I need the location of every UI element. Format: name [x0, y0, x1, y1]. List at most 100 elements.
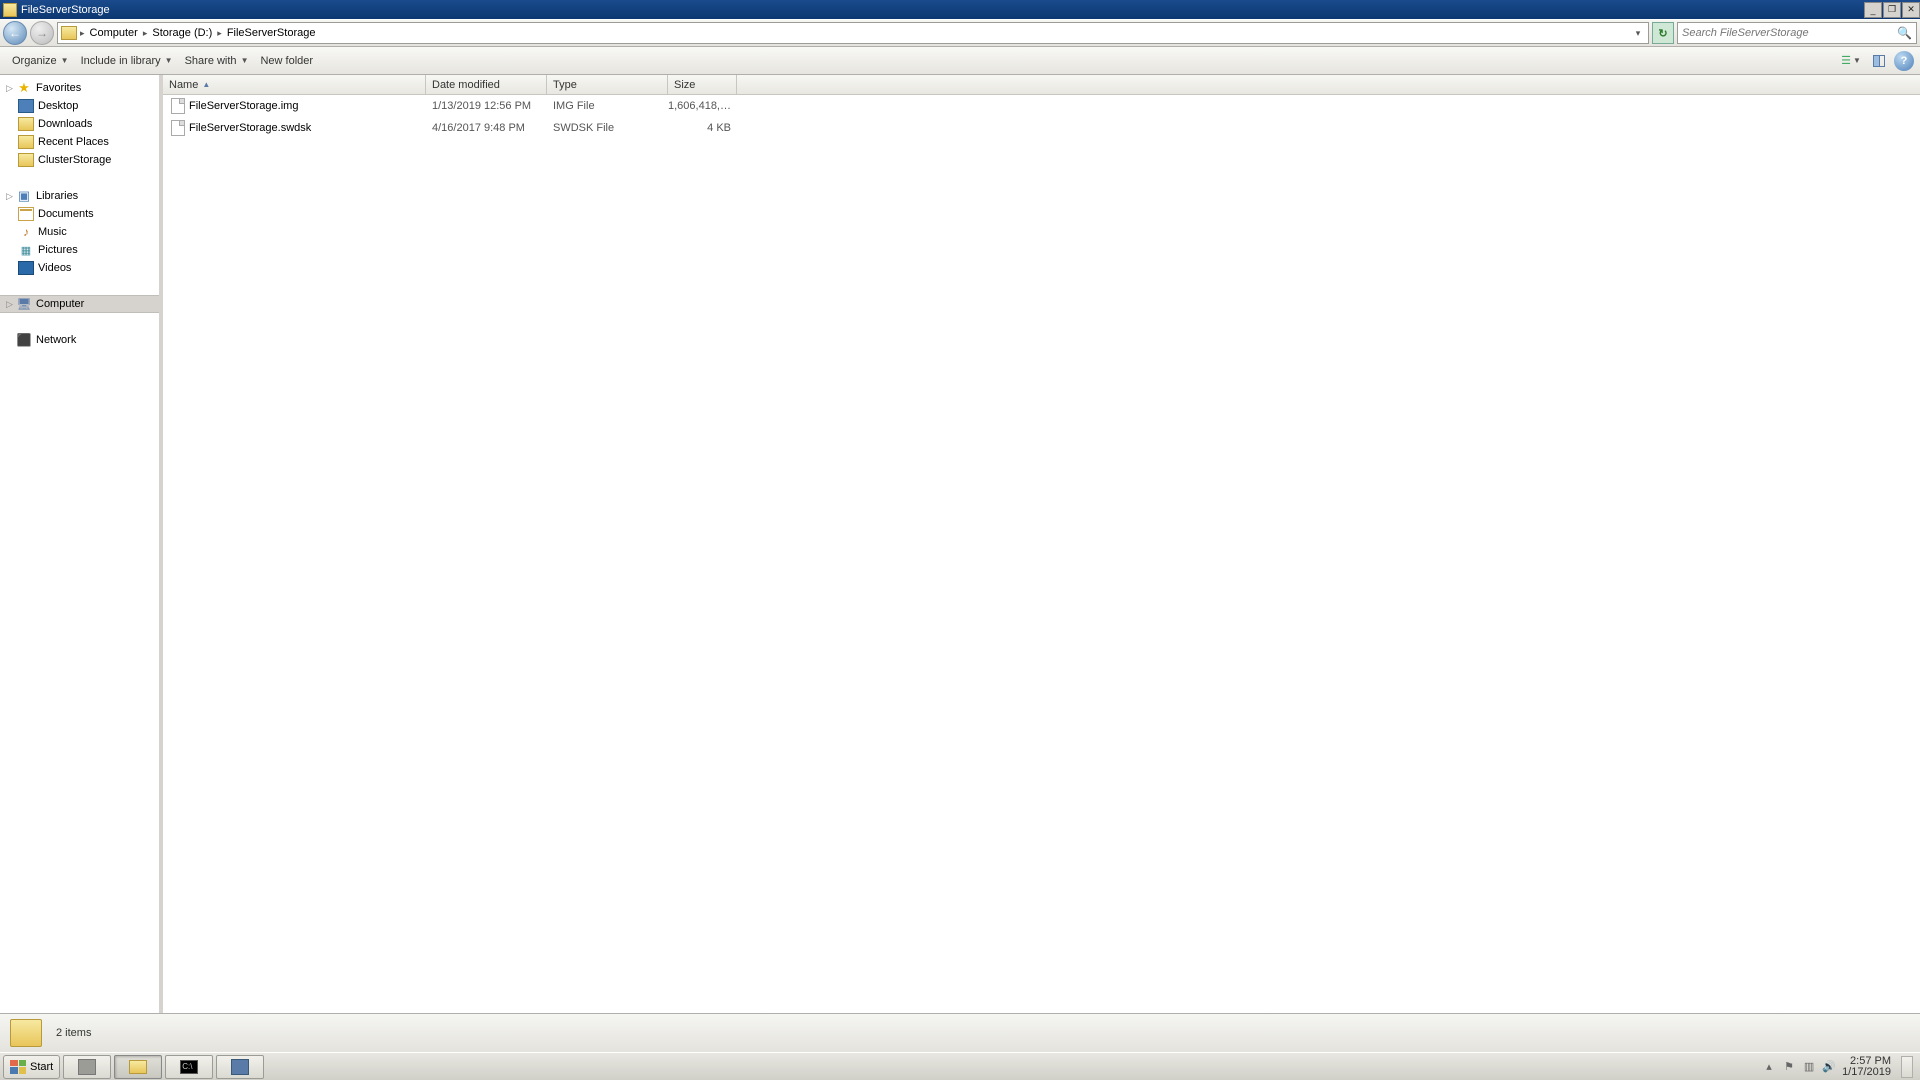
search-box[interactable]: 🔍 [1677, 22, 1917, 44]
tray-show-hidden-icon[interactable]: ▴ [1762, 1060, 1776, 1074]
computer-icon: 🖥 [16, 297, 32, 311]
nav-favorites-label: Favorites [36, 82, 81, 94]
taskbar-app-other[interactable] [216, 1055, 264, 1079]
title-bar: FileServerStorage _ ❐ ✕ [0, 0, 1920, 19]
clock-date: 1/17/2019 [1842, 1067, 1891, 1078]
breadcrumb-computer[interactable]: Computer [88, 27, 140, 39]
chevron-right-icon[interactable]: ▸ [80, 28, 85, 39]
file-row[interactable]: FileServerStorage.swdsk 4/16/2017 9:48 P… [163, 117, 1920, 139]
chevron-right-icon[interactable]: ▸ [143, 28, 148, 39]
chevron-right-icon[interactable]: ▸ [217, 28, 222, 39]
start-label: Start [30, 1061, 53, 1073]
file-size: 1,606,418,… [668, 100, 737, 112]
minimize-button[interactable]: _ [1864, 2, 1882, 18]
folder-icon [18, 117, 34, 131]
taskbar-app-explorer[interactable] [114, 1055, 162, 1079]
nav-documents[interactable]: Documents [0, 205, 159, 223]
search-input[interactable] [1682, 27, 1897, 39]
taskbar-app-server-manager[interactable] [63, 1055, 111, 1079]
search-icon[interactable]: 🔍 [1897, 26, 1912, 40]
refresh-button[interactable]: ↻ [1652, 22, 1674, 44]
include-library-menu[interactable]: Include in library ▼ [75, 52, 179, 70]
nav-recent-places[interactable]: Recent Places [0, 133, 159, 151]
file-list-pane: Name▲ Date modified Type Size FileServer… [163, 75, 1920, 1013]
taskbar-app-cmd[interactable]: C:\ [165, 1055, 213, 1079]
file-icon [171, 120, 185, 136]
tray-clock[interactable]: 2:57 PM 1/17/2019 [1842, 1056, 1891, 1078]
chevron-down-icon: ▼ [61, 56, 69, 65]
column-size[interactable]: Size [668, 75, 737, 94]
share-with-menu[interactable]: Share with ▼ [179, 52, 255, 70]
file-date: 1/13/2019 12:56 PM [426, 100, 547, 112]
preview-pane-icon [1873, 55, 1885, 67]
nav-network[interactable]: ⬛ Network [0, 331, 159, 349]
include-label: Include in library [81, 55, 161, 67]
maximize-button[interactable]: ❐ [1883, 2, 1901, 18]
column-headers: Name▲ Date modified Type Size [163, 75, 1920, 95]
app-icon [231, 1059, 249, 1075]
tray-flag-icon[interactable]: ⚑ [1782, 1060, 1796, 1074]
file-type: IMG File [547, 100, 668, 112]
folder-large-icon [10, 1019, 42, 1047]
file-size: 4 KB [668, 122, 737, 134]
nav-back-button[interactable]: ← [3, 21, 27, 45]
tray-volume-icon[interactable]: 🔊 [1822, 1060, 1836, 1074]
column-name[interactable]: Name▲ [163, 75, 426, 94]
tray-network-icon[interactable]: ▥ [1802, 1060, 1816, 1074]
address-history-dropdown[interactable]: ▾ [1631, 28, 1645, 39]
organize-label: Organize [12, 55, 57, 67]
show-desktop-button[interactable] [1901, 1056, 1913, 1078]
view-options-button[interactable]: ☰▼ [1838, 51, 1864, 71]
column-type[interactable]: Type [547, 75, 668, 94]
newfolder-label: New folder [260, 55, 313, 67]
address-bar[interactable]: ▸ Computer ▸ Storage (D:) ▸ FileServerSt… [57, 22, 1649, 44]
file-rows[interactable]: FileServerStorage.img 1/13/2019 12:56 PM… [163, 95, 1920, 1013]
nav-forward-button[interactable]: → [30, 21, 54, 45]
window-folder-icon [3, 3, 17, 17]
recent-places-icon [18, 135, 34, 149]
start-button[interactable]: Start [3, 1055, 60, 1079]
nav-videos[interactable]: Videos [0, 259, 159, 277]
file-icon [171, 98, 185, 114]
file-name: FileServerStorage.swdsk [189, 122, 311, 134]
nav-clusterstorage[interactable]: ClusterStorage [0, 151, 159, 169]
network-icon: ⬛ [16, 333, 32, 347]
system-tray: ▴ ⚑ ▥ 🔊 2:57 PM 1/17/2019 [1762, 1056, 1917, 1078]
column-date-modified[interactable]: Date modified [426, 75, 547, 94]
chevron-down-icon: ▼ [241, 56, 249, 65]
share-label: Share with [185, 55, 237, 67]
music-icon: ♪ [18, 225, 34, 239]
new-folder-button[interactable]: New folder [254, 52, 319, 70]
star-icon: ★ [16, 81, 32, 95]
file-name: FileServerStorage.img [189, 100, 298, 112]
breadcrumb-folder[interactable]: FileServerStorage [225, 27, 318, 39]
libraries-icon: ▣ [16, 189, 32, 203]
collapse-icon: ▷ [6, 191, 16, 202]
close-button[interactable]: ✕ [1902, 2, 1920, 18]
nav-downloads[interactable]: Downloads [0, 115, 159, 133]
file-row[interactable]: FileServerStorage.img 1/13/2019 12:56 PM… [163, 95, 1920, 117]
nav-music[interactable]: ♪Music [0, 223, 159, 241]
organize-menu[interactable]: Organize ▼ [6, 52, 75, 70]
collapse-icon: ▷ [6, 83, 16, 94]
documents-icon [18, 207, 34, 221]
nav-libraries[interactable]: ▷ ▣ Libraries [0, 187, 159, 205]
file-type: SWDSK File [547, 122, 668, 134]
nav-libraries-label: Libraries [36, 190, 78, 202]
nav-computer[interactable]: ▷ 🖥 Computer [0, 295, 159, 313]
nav-network-label: Network [36, 334, 76, 346]
nav-pictures[interactable]: ▦Pictures [0, 241, 159, 259]
breadcrumb-drive[interactable]: Storage (D:) [150, 27, 214, 39]
nav-favorites[interactable]: ▷ ★ Favorites [0, 79, 159, 97]
chevron-down-icon: ▼ [165, 56, 173, 65]
navigation-pane: ▷ ★ Favorites Desktop Downloads Recent P… [0, 75, 160, 1013]
nav-desktop[interactable]: Desktop [0, 97, 159, 115]
preview-pane-button[interactable] [1868, 51, 1890, 71]
details-pane: 2 items [0, 1013, 1920, 1052]
windows-flag-icon [10, 1060, 26, 1074]
item-count: 2 items [56, 1027, 91, 1039]
help-button[interactable]: ? [1894, 51, 1914, 71]
window-title: FileServerStorage [21, 4, 1863, 16]
desktop-icon [18, 99, 34, 113]
cmd-icon: C:\ [180, 1060, 198, 1074]
